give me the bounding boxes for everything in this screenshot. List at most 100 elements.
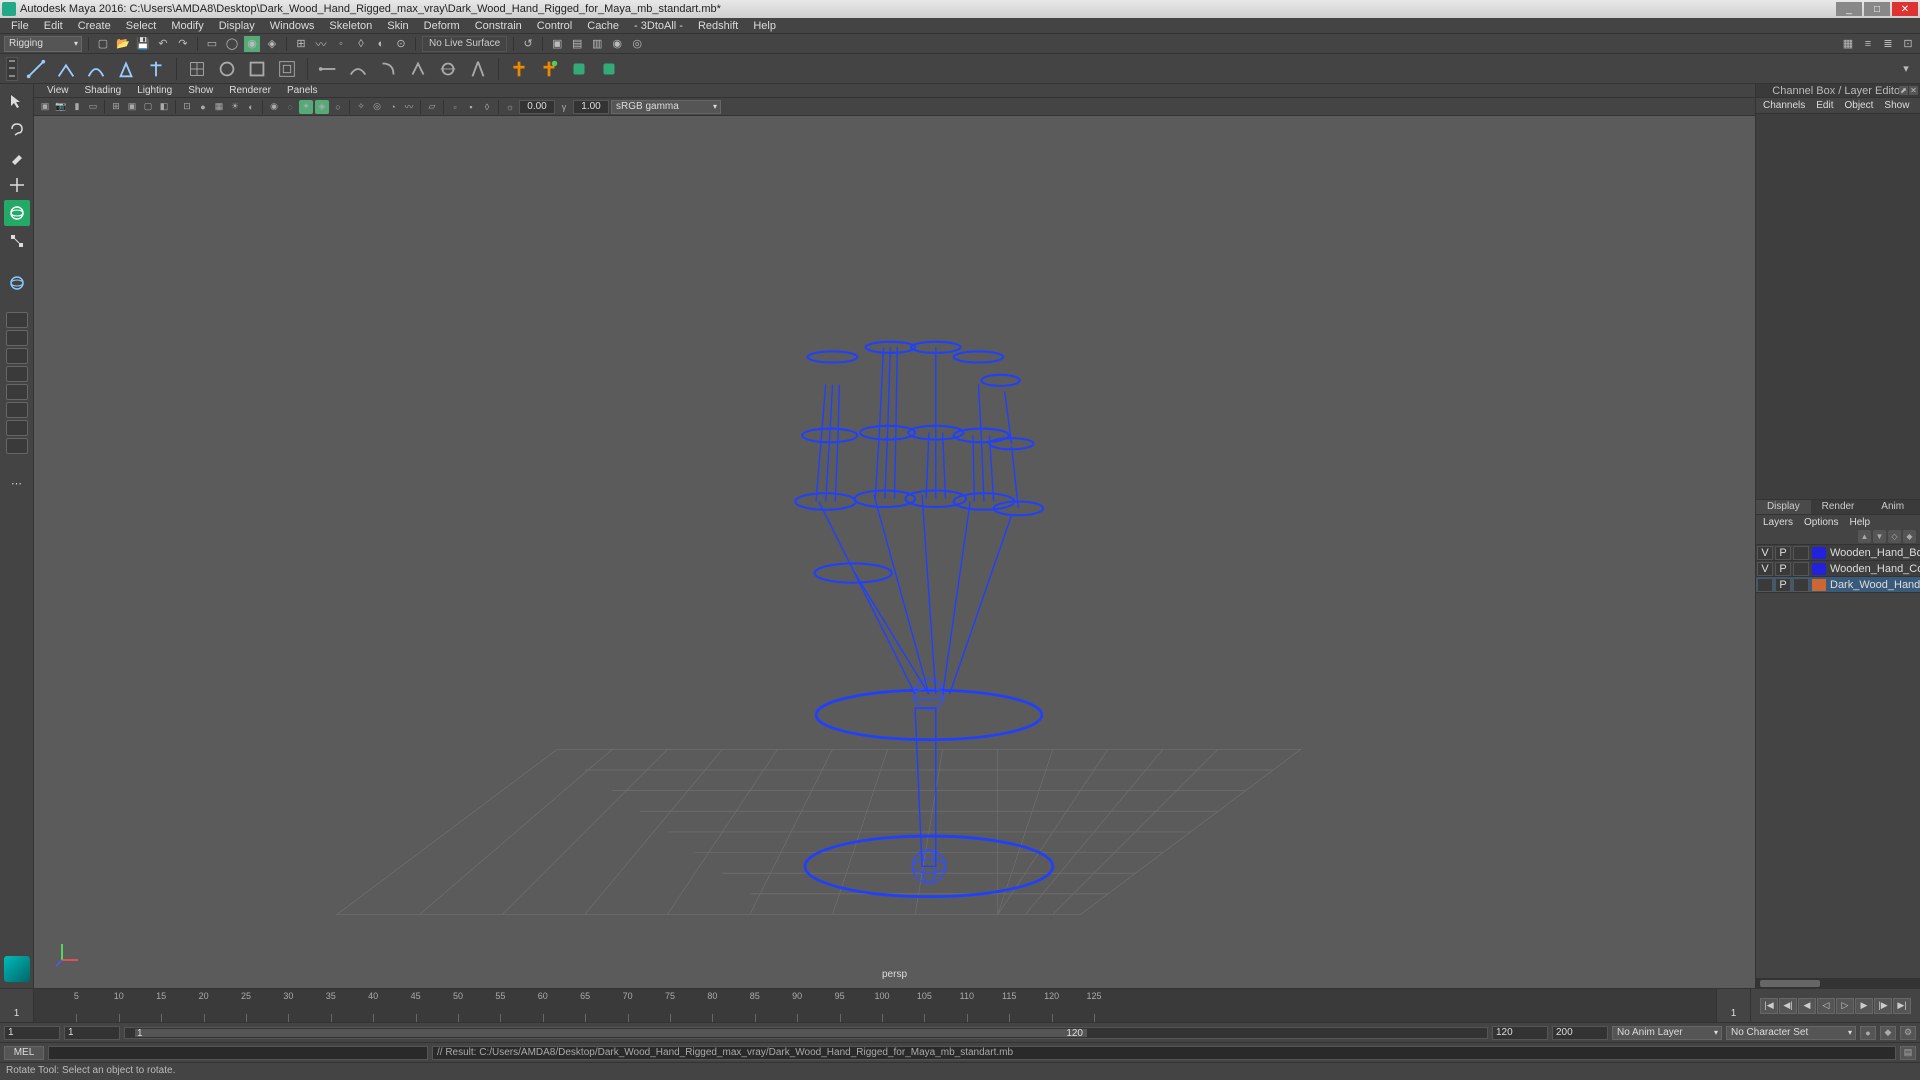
scale-tool[interactable] — [4, 228, 30, 254]
range-slider[interactable]: 1 120 — [124, 1027, 1488, 1039]
vpmenu-renderer[interactable]: Renderer — [222, 85, 278, 96]
vp-colorspace-dropdown[interactable]: sRGB gamma — [611, 100, 721, 114]
select-mode-icon[interactable]: ▭ — [204, 36, 220, 52]
panel-layout-3-icon[interactable]: ≣ — [1880, 36, 1896, 52]
constraint-scale-icon[interactable] — [436, 57, 460, 81]
menu-create[interactable]: Create — [71, 19, 118, 33]
layer-color-swatch[interactable] — [1812, 563, 1826, 575]
vp-camera-icon[interactable]: 📷 — [54, 100, 68, 114]
constraint-orient-icon[interactable] — [376, 57, 400, 81]
vp-ssao-icon[interactable]: ▪ — [464, 100, 478, 114]
anim-layer-dropdown[interactable]: No Anim Layer — [1612, 1026, 1722, 1040]
vp-wireframe-icon[interactable]: ⊡ — [180, 100, 194, 114]
vp-light2-icon[interactable]: ◎ — [370, 100, 384, 114]
wrap-icon[interactable] — [275, 57, 299, 81]
vp-dof-icon[interactable]: ◊ — [480, 100, 494, 114]
vp-gamma-field[interactable]: 1.00 — [573, 100, 609, 114]
shelf-tabs-toggle[interactable] — [6, 57, 18, 81]
vp-aa-icon[interactable]: ▫ — [448, 100, 462, 114]
layer-vis-toggle[interactable]: V — [1757, 546, 1773, 560]
menu--3dtoall-[interactable]: - 3DtoAll - — [627, 19, 690, 33]
lattice-icon[interactable] — [185, 57, 209, 81]
snap-surface-icon[interactable]: ◐ — [373, 36, 389, 52]
cb-menu-channels[interactable]: Channels — [1758, 100, 1810, 111]
module-selector[interactable]: Rigging — [4, 36, 82, 52]
ik-handle-icon[interactable] — [54, 57, 78, 81]
menu-cache[interactable]: Cache — [580, 19, 626, 33]
skeleton-icon[interactable] — [144, 57, 168, 81]
shelf-menu-icon[interactable]: ▾ — [1898, 61, 1914, 77]
panel-undock-icon[interactable]: ⬈ — [1899, 86, 1908, 95]
vp-xray-icon[interactable]: ◌ — [283, 100, 297, 114]
layer-move-up-icon[interactable]: ▲ — [1858, 530, 1871, 543]
play-forward-button[interactable]: ▷ — [1836, 998, 1854, 1014]
cb-menu-edit[interactable]: Edit — [1811, 100, 1838, 111]
layer-row[interactable]: PDark_Wood_Hand_Rig — [1756, 577, 1920, 593]
vp-motion-blur-icon[interactable]: 〰 — [402, 100, 416, 114]
character-set-dropdown[interactable]: No Character Set — [1726, 1026, 1856, 1040]
live-surface-indicator[interactable]: No Live Surface — [422, 36, 507, 52]
menu-windows[interactable]: Windows — [263, 19, 322, 33]
open-scene-icon[interactable]: 📂 — [115, 36, 131, 52]
range-vis-start-field[interactable]: 1 — [64, 1026, 120, 1040]
range-vis-end-field[interactable]: 120 — [1492, 1026, 1548, 1040]
layer-menu-help[interactable]: Help — [1844, 517, 1875, 528]
layer-type-toggle[interactable] — [1793, 562, 1809, 576]
redo-icon[interactable]: ↷ — [175, 36, 191, 52]
panel-layout-4-icon[interactable]: ⊡ — [1900, 36, 1916, 52]
hypershade-icon[interactable]: ◉ — [609, 36, 625, 52]
vpmenu-lighting[interactable]: Lighting — [130, 85, 179, 96]
vp-default-material-icon[interactable]: ○ — [331, 100, 345, 114]
vp-smooth-shade-icon[interactable]: ● — [196, 100, 210, 114]
layer-vis-toggle[interactable] — [1757, 578, 1773, 592]
layer-move-down-icon[interactable]: ▼ — [1873, 530, 1886, 543]
vp-ao-icon[interactable]: ◔ — [386, 100, 400, 114]
menu-control[interactable]: Control — [530, 19, 579, 33]
layer-tab-display[interactable]: Display — [1756, 500, 1811, 514]
menu-edit[interactable]: Edit — [37, 19, 70, 33]
auto-key-icon[interactable]: ● — [1860, 1026, 1876, 1040]
select-tool[interactable] — [4, 88, 30, 114]
rotate-tool[interactable] — [4, 200, 30, 226]
cb-menu-show[interactable]: Show — [1879, 100, 1914, 111]
vp-depth-icon[interactable]: ▱ — [425, 100, 439, 114]
menu-file[interactable]: File — [4, 19, 36, 33]
constraint-aim-icon[interactable] — [346, 57, 370, 81]
lasso-tool[interactable] — [4, 116, 30, 142]
vp-resolution-gate-icon[interactable]: ▢ — [141, 100, 155, 114]
vp-xray-joints-icon[interactable]: ✦ — [299, 100, 313, 114]
vp-shadows-icon[interactable]: ◐ — [244, 100, 258, 114]
render-settings-icon[interactable]: ▥ — [589, 36, 605, 52]
vp-use-lights-icon[interactable]: ☀ — [228, 100, 242, 114]
layout-three-left-icon[interactable] — [6, 402, 28, 418]
layer-type-toggle[interactable] — [1793, 546, 1809, 560]
ipr-render-icon[interactable]: ▤ — [569, 36, 585, 52]
go-to-end-button[interactable]: ▶| — [1893, 998, 1911, 1014]
vp-exposure-icon[interactable]: ☼ — [503, 100, 517, 114]
render-view-icon[interactable]: ◎ — [629, 36, 645, 52]
blend-shape-icon[interactable] — [245, 57, 269, 81]
vp-isolate-icon[interactable]: ◉ — [267, 100, 281, 114]
vpmenu-shading[interactable]: Shading — [78, 85, 129, 96]
cluster-icon[interactable] — [215, 57, 239, 81]
vp-textured-icon[interactable]: ▦ — [212, 100, 226, 114]
anim-prefs-icon[interactable]: ⚙ — [1900, 1026, 1916, 1040]
snap-point-icon[interactable]: ◦ — [333, 36, 349, 52]
select-type-icon[interactable]: ◈ — [264, 36, 280, 52]
history-toggle-icon[interactable]: ↺ — [520, 36, 536, 52]
undo-icon[interactable]: ↶ — [155, 36, 171, 52]
close-button[interactable]: ✕ — [1892, 2, 1918, 16]
snap-grid-icon[interactable]: ⊞ — [293, 36, 309, 52]
move-tool[interactable] — [4, 172, 30, 198]
menu-help[interactable]: Help — [746, 19, 783, 33]
menu-constrain[interactable]: Constrain — [468, 19, 529, 33]
range-start-field[interactable]: 1 — [4, 1026, 60, 1040]
menu-redshift[interactable]: Redshift — [691, 19, 745, 33]
layer-color-swatch[interactable] — [1812, 579, 1826, 591]
step-back-button[interactable]: ◀ — [1798, 998, 1816, 1014]
constraint-pole-icon[interactable] — [466, 57, 490, 81]
layer-tab-render[interactable]: Render — [1811, 500, 1866, 514]
play-back-button[interactable]: ◁ — [1817, 998, 1835, 1014]
vpmenu-show[interactable]: Show — [181, 85, 220, 96]
vp-gamma-icon[interactable]: γ — [557, 100, 571, 114]
